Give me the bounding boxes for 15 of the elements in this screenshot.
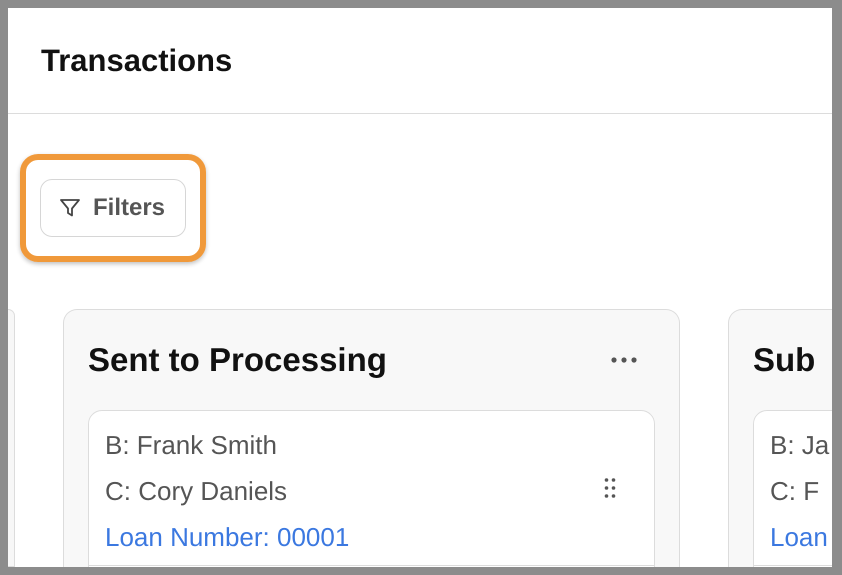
co-borrower-name: C: Cory Daniels bbox=[105, 475, 288, 508]
column-title: Sub bbox=[753, 341, 816, 379]
borrower-name: B: Frank Smith bbox=[105, 429, 277, 462]
loan-card[interactable]: B: Frank Smith C: Cory Daniels Loan Number: 00001 bbox=[88, 410, 655, 567]
drag-handle-icon[interactable] bbox=[604, 477, 616, 499]
more-icon[interactable] bbox=[611, 357, 637, 363]
filter-icon bbox=[59, 197, 81, 219]
loan-number-link[interactable]: Loan bbox=[770, 519, 828, 565]
loan-number-link[interactable]: Loan Number: 00001 bbox=[105, 519, 350, 565]
page-title: Transactions bbox=[41, 42, 232, 78]
co-borrower-name: C: F bbox=[770, 475, 820, 508]
filters-button[interactable]: Filters bbox=[40, 179, 186, 237]
borrower-name: B: Ja bbox=[770, 429, 830, 462]
column-title: Sent to Processing bbox=[88, 341, 387, 379]
loan-card[interactable]: B: Ja C: F Loan bbox=[753, 410, 832, 567]
